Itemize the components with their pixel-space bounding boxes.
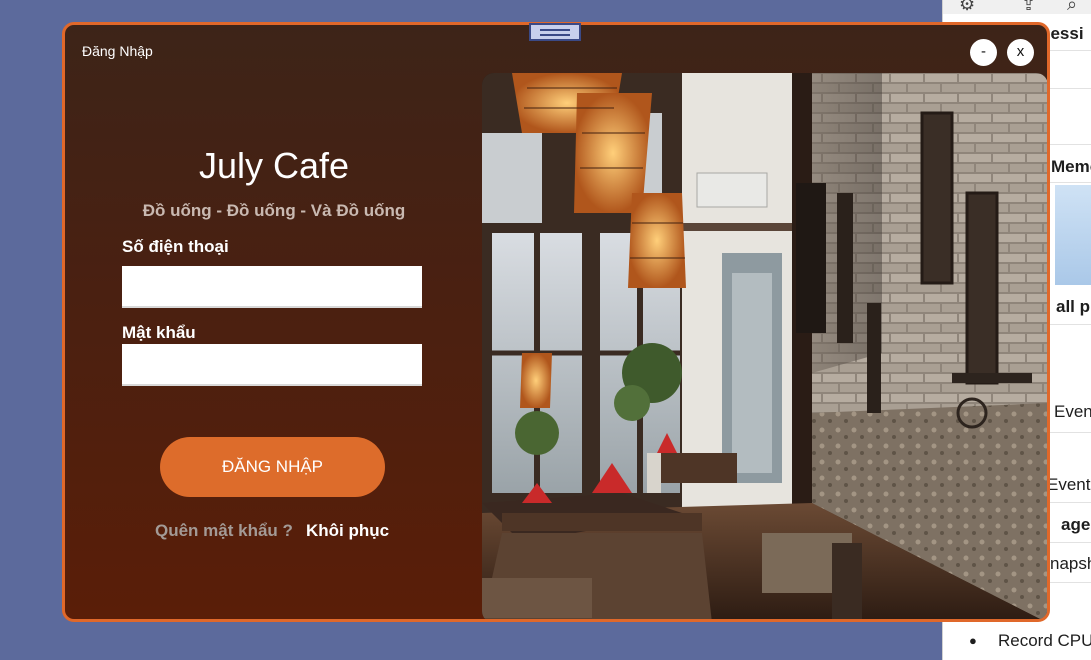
password-input[interactable] bbox=[122, 344, 422, 386]
recover-link[interactable]: Khôi phục bbox=[306, 521, 389, 541]
brand-title: July Cafe bbox=[198, 145, 350, 186]
close-button[interactable]: x bbox=[1007, 39, 1034, 66]
login-window: Đăng Nhập - x July Cafe Đồ uống - Đồ uốn… bbox=[62, 22, 1050, 622]
minimize-button[interactable]: - bbox=[970, 39, 997, 66]
record-cpu-row[interactable]: ● Record CPU bbox=[943, 625, 1091, 657]
login-button[interactable]: ĐĂNG NHẬP bbox=[160, 437, 385, 497]
phone-input[interactable] bbox=[122, 266, 422, 308]
cafe-interior-image bbox=[482, 73, 1047, 619]
gear-icon[interactable]: ⚙ bbox=[959, 0, 975, 15]
background-memory-graph bbox=[1055, 185, 1091, 285]
phone-label: Số điện thoại bbox=[122, 237, 229, 256]
forgot-password-text: Quên mật khẩu ? bbox=[155, 521, 293, 540]
password-label: Mật khẩu bbox=[122, 323, 196, 342]
drag-handle[interactable] bbox=[529, 23, 581, 41]
record-dot-icon: ● bbox=[969, 633, 977, 648]
window-title: Đăng Nhập bbox=[82, 43, 153, 59]
search-icon[interactable]: ⌕ bbox=[1067, 0, 1077, 15]
brand-tagline: Đồ uống - Đồ uống - Và Đồ uống bbox=[142, 201, 406, 220]
background-toolbar: ⚙ ⇪ ⌕ bbox=[943, 0, 1091, 14]
record-cpu-label: Record CPU bbox=[998, 631, 1091, 650]
export-icon[interactable]: ⇪ bbox=[1021, 0, 1036, 15]
